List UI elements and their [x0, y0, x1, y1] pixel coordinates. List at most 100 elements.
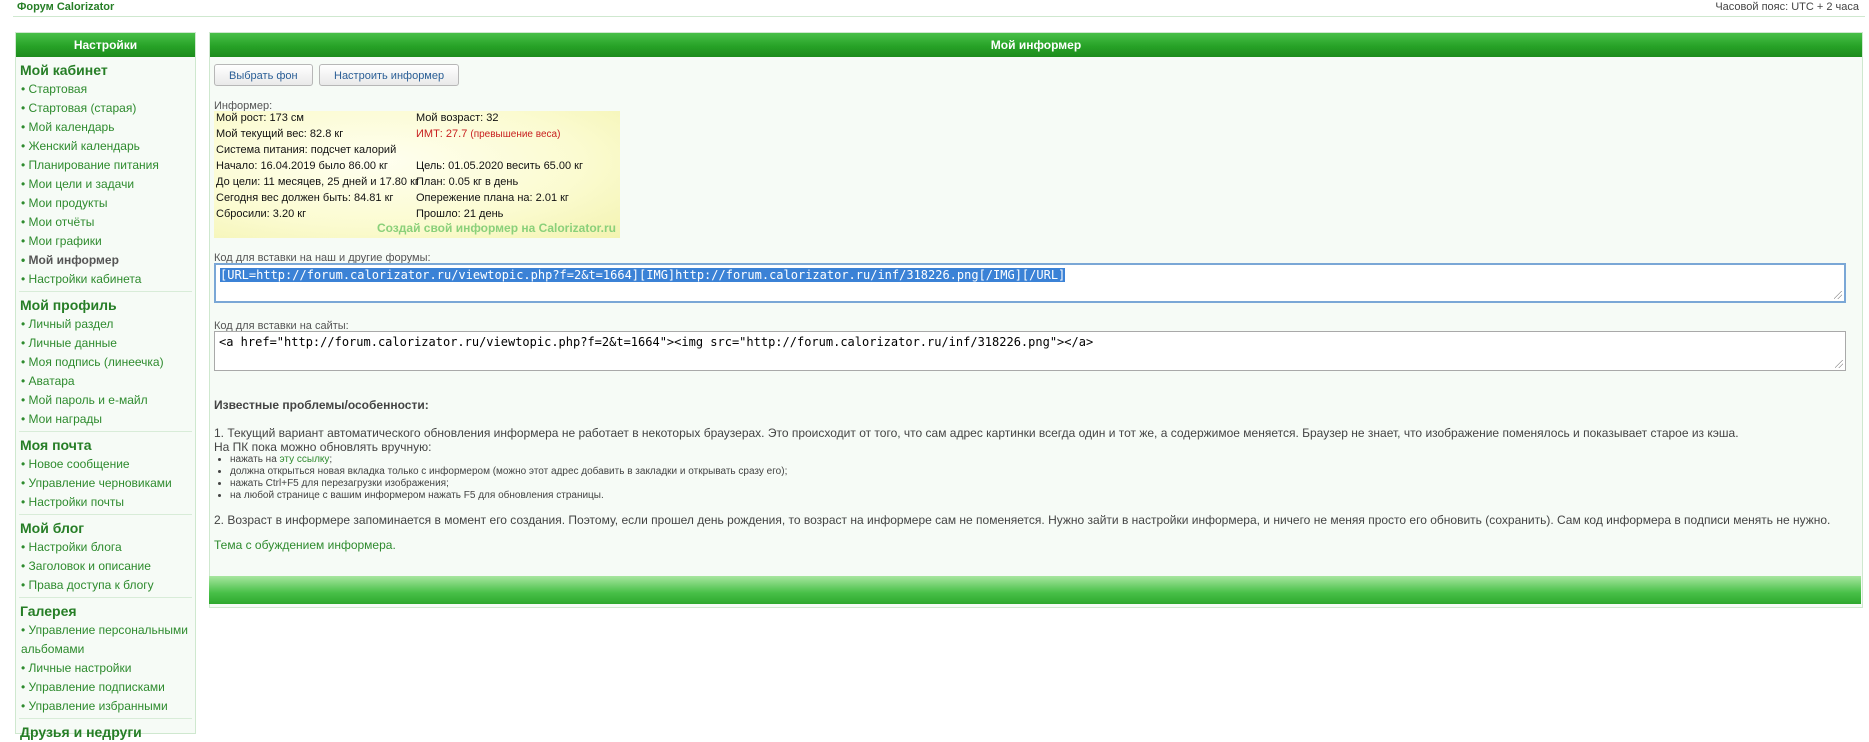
sidebar-item-label: Управление избранными: [28, 699, 168, 713]
issue-1-text: 1. Текущий вариант автоматического обнов…: [214, 426, 1739, 440]
sidebar-item[interactable]: • Новое сообщение: [16, 455, 195, 474]
informer-goal: Цель: 01.05.2020 весить 65.00 кг: [416, 160, 583, 172]
sidebar-item[interactable]: • Мои цели и задачи: [16, 175, 195, 194]
resize-handle-icon[interactable]: [1834, 291, 1842, 299]
sidebar-section-title: Моя почта: [20, 437, 92, 453]
informer-passed: Прошло: 21 день: [416, 208, 504, 220]
bullet-icon: •: [21, 540, 29, 554]
sidebar-item-label: Новое сообщение: [28, 457, 130, 471]
sidebar-item-label: Личный раздел: [28, 317, 114, 331]
issue-2-text: 2. Возраст в информере запоминается в мо…: [214, 513, 1831, 527]
bullet-icon: •: [21, 215, 29, 229]
choose-background-button[interactable]: Выбрать фон: [214, 64, 313, 86]
informer-height: Мой рост: 173 см: [216, 112, 304, 124]
sidebar-item-label: Стартовая (старая): [28, 101, 137, 115]
resize-handle-icon[interactable]: [1835, 360, 1843, 368]
bullet-icon: •: [21, 578, 29, 592]
bullet-icon: •: [21, 457, 29, 471]
sidebar-item[interactable]: • Стартовая (старая): [16, 99, 195, 118]
sidebar-item[interactable]: • Заголовок и описание: [16, 557, 195, 576]
sidebar-item[interactable]: • Женский календарь: [16, 137, 195, 156]
sidebar-item[interactable]: • Мои награды: [16, 410, 195, 429]
sidebar-item[interactable]: • Настройки кабинета: [16, 270, 195, 289]
bullet-icon: •: [21, 158, 29, 172]
sidebar-item-label: Женский календарь: [28, 139, 140, 153]
forum-brand-link[interactable]: Форум Calorizator: [17, 1, 114, 13]
issues-title: Известные проблемы/особенности:: [214, 398, 429, 412]
discussion-topic-link[interactable]: Тема с обуждением информера.: [214, 538, 396, 552]
informer-to-goal: До цели: 11 месяцев, 25 дней и 17.80 кг: [216, 176, 419, 188]
sidebar-item-label: Мой пароль и e-майл: [28, 393, 148, 407]
sidebar-item-label: Мои цели и задачи: [28, 177, 135, 191]
bullet-icon: •: [21, 101, 29, 115]
configure-informer-button[interactable]: Настроить информер: [319, 64, 460, 86]
bullet-icon: •: [21, 272, 29, 286]
top-bar: Форум Calorizator Часовой пояс: UTC + 2 …: [13, 0, 1865, 17]
forum-code-textarea[interactable]: [URL=http://forum.calorizator.ru/viewtop…: [214, 263, 1846, 303]
informer-system: Система питания: подсчет калорий: [216, 144, 397, 156]
sidebar-item[interactable]: • Управление черновиками: [16, 474, 195, 493]
sidebar-item[interactable]: • Мои графики: [16, 232, 195, 251]
sidebar-item[interactable]: • Настройки почты: [16, 493, 195, 512]
settings-sidebar: Настройки Мой кабинет • Стартовая • Старто…: [15, 32, 196, 740]
sidebar-item-label: Управление черновиками: [28, 476, 172, 490]
sidebar-item[interactable]: • Моя подпись (линеечка): [16, 353, 195, 372]
bullet-icon: •: [21, 374, 29, 388]
sidebar-item-label: Моя подпись (линеечка): [28, 355, 164, 369]
issue-1-manual: На ПК пока можно обновлять вручную:: [214, 440, 432, 454]
sidebar-item[interactable]: • Мои продукты: [16, 194, 195, 213]
sidebar-item[interactable]: • Настройки блога: [16, 538, 195, 557]
informer-weight: Мой текущий вес: 82.8 кг: [216, 128, 344, 140]
list-item: нажать на эту ссылку;: [230, 454, 1844, 466]
sidebar-item[interactable]: • Личный раздел: [16, 315, 195, 334]
bullet-icon: •: [21, 393, 29, 407]
sidebar-item-label: Управление персональными альбомами: [21, 623, 189, 656]
sidebar-item[interactable]: • Мой календарь: [16, 118, 195, 137]
sidebar-item-label: Настройки блога: [28, 540, 122, 554]
panel-footer-band: [209, 576, 1861, 604]
sidebar-section-title: Мой кабинет: [20, 62, 108, 78]
sidebar-item[interactable]: • Управление избранными: [16, 697, 195, 716]
bullet-icon: •: [21, 476, 29, 490]
bullet-icon: •: [21, 317, 29, 331]
bullet-icon: •: [21, 82, 29, 96]
bullet-icon: •: [21, 139, 29, 153]
sidebar-section-title: Мой профиль: [20, 297, 117, 313]
sidebar-item[interactable]: • Мой информер: [16, 251, 195, 270]
list-item: должна открыться новая вкладка только с …: [230, 466, 1844, 478]
informer-bmi: ИМТ: 27.7 (превышение веса): [416, 128, 561, 140]
sidebar-item[interactable]: • Аватара: [16, 372, 195, 391]
sidebar-item-label: Управление подписками: [28, 680, 165, 694]
bullet-icon: •: [21, 495, 29, 509]
sidebar-item[interactable]: • Стартовая: [16, 80, 195, 99]
sidebar-item[interactable]: • Управление персональными альбомами: [16, 621, 195, 659]
site-code-textarea[interactable]: <a href="http://forum.calorizator.ru/vie…: [214, 331, 1846, 371]
sidebar-item[interactable]: • Мои отчёты: [16, 213, 195, 232]
sidebar-item[interactable]: • Планирование питания: [16, 156, 195, 175]
this-link[interactable]: эту ссылку: [280, 454, 330, 465]
sidebar-item-label: Мой календарь: [28, 120, 115, 134]
informer-today: Сегодня вес должен быть: 84.81 кг: [216, 192, 394, 204]
sidebar-item[interactable]: • Управление подписками: [16, 678, 195, 697]
sidebar-item-label: Права доступа к блогу: [28, 578, 154, 592]
sidebar-item-label: Мои отчёты: [28, 215, 95, 229]
sidebar-item-label: Стартовая: [28, 82, 88, 96]
bullet-icon: •: [21, 177, 29, 191]
list-item: нажать Ctrl+F5 для перезагрузки изображе…: [230, 478, 1844, 490]
sidebar-item[interactable]: • Права доступа к блогу: [16, 576, 195, 595]
sidebar-item-label: Планирование питания: [28, 158, 159, 172]
sidebar-item-label: Мои графики: [28, 234, 102, 248]
bullet-icon: •: [21, 623, 29, 637]
sidebar-item[interactable]: • Мой пароль и e-майл: [16, 391, 195, 410]
bullet-icon: •: [21, 661, 29, 675]
sidebar-item-label: Мои продукты: [28, 196, 108, 210]
forum-code-text: [URL=http://forum.calorizator.ru/viewtop…: [220, 268, 1066, 282]
bullet-icon: •: [21, 234, 29, 248]
bullet-icon: •: [21, 336, 29, 350]
informer-lost: Сбросили: 3.20 кг: [216, 208, 307, 220]
sidebar-item[interactable]: • Личные данные: [16, 334, 195, 353]
sidebar-item-label: Заголовок и описание: [28, 559, 151, 573]
sidebar-item[interactable]: • Личные настройки: [16, 659, 195, 678]
bullet-icon: •: [21, 120, 29, 134]
sidebar-section-title: Мой блог: [20, 520, 85, 536]
